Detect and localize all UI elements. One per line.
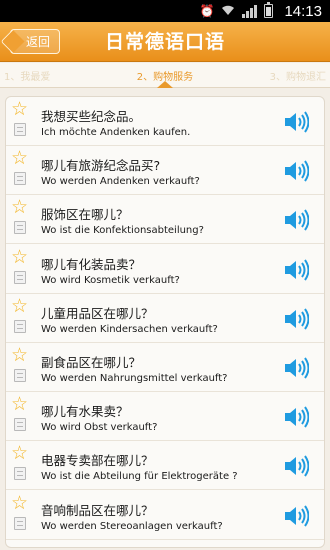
speaker-icon[interactable] [283,208,310,232]
back-button-label: 返回 [25,35,50,49]
phrase-chinese: 电器专卖部在哪儿？ [41,453,154,469]
note-icon[interactable] [14,270,26,284]
list-item[interactable]: ☆ 哪儿有旅游纪念品买? Wo werden Andenken verkauft? [6,146,324,196]
phrase-german: Wo wird Kosmetik verkauft? [41,274,180,286]
speaker-icon[interactable] [283,405,310,429]
speaker-icon[interactable] [283,258,310,282]
battery-icon [264,2,274,18]
phrase-german: Ich möchte Andenken kaufen. [41,127,191,138]
phrase-chinese: 哪儿有水果卖？ [41,404,129,420]
phrase-chinese: 哪儿有化装品卖？ [41,256,142,272]
tab-shopping-returns[interactable]: 3、购物退汇 [219,63,330,87]
phrase-chinese: 音响制品区在哪儿？ [41,502,154,518]
clock: 14:13 [284,2,322,20]
back-button[interactable]: 返回 [10,29,60,54]
note-icon[interactable] [14,369,26,382]
phrase-chinese: 副食品区在哪儿？ [41,355,142,370]
status-bar: ⏰ 14:13 [0,0,330,22]
favorite-star-icon[interactable]: ☆ [11,296,28,316]
phrase-chinese: 服饰区在哪儿？ [41,207,129,223]
phrase-german: Wo werden Kindersachen verkauft? [41,323,218,335]
speaker-icon[interactable] [283,307,310,331]
signal-icon [242,4,258,18]
speaker-icon[interactable] [283,454,310,478]
speaker-icon[interactable] [283,110,310,134]
category-tabs: 1、我最爱 2、购物服务 3、购物退汇 [0,63,330,88]
tab-shopping-service[interactable]: 2、购物服务 [111,63,218,88]
speaker-icon[interactable] [283,356,310,380]
favorite-star-icon[interactable]: ☆ [11,247,28,267]
favorite-star-icon[interactable]: ☆ [11,346,28,365]
favorite-star-icon[interactable]: ☆ [11,493,28,513]
note-icon[interactable] [14,123,26,136]
list-item[interactable]: ☆ 我想买些纪念品。 Ich möchte Andenken kaufen. [6,97,324,146]
favorite-star-icon[interactable]: ☆ [11,100,28,119]
phrase-chinese: 我想买些纪念品。 [41,109,142,124]
phrase-german: Wo ist die Konfektionsabteilung? [41,225,204,237]
phrase-german: Wo wird Obst verkauft? [41,422,158,434]
favorite-star-icon[interactable]: ☆ [11,444,28,463]
note-icon[interactable] [14,418,26,432]
note-icon[interactable] [14,516,26,530]
favorite-star-icon[interactable]: ☆ [11,395,28,414]
note-icon[interactable] [14,172,26,186]
phrase-german: Wo werden Andenken verkauft? [41,176,200,188]
wifi-icon [221,5,235,18]
phrase-german: Wo ist die Abteilung für Elektrogeräte ? [41,471,238,483]
tab-favorites[interactable]: 1、我最爱 [0,63,111,87]
list-item[interactable]: ☆ 哪儿有水果卖？ Wo wird Obst verkauft? [6,392,324,442]
list-item[interactable]: ☆ 电器专卖部在哪儿？ Wo ist die Abteilung für Elekt… [6,441,324,491]
favorite-star-icon[interactable]: ☆ [11,149,28,168]
note-icon[interactable] [14,467,26,481]
list-item[interactable]: ☆ 副食品区在哪儿？ Wo werden Nahrungsmittel verkau… [6,343,324,392]
title-bar: 日常德语口语 返回 [0,22,330,62]
note-icon[interactable] [14,221,26,235]
phrase-german: Wo werden Nahrungsmittel verkauft? [41,373,228,384]
note-icon[interactable] [14,319,26,333]
list-item[interactable]: ☆ 哪儿有化装品卖？ Wo wird Kosmetik verkauft? [6,245,324,294]
phrase-german: Wo werden Stereoanlagen verkauft? [41,520,223,532]
list-item[interactable]: ☆ 音响制品区在哪儿？ Wo werden Stereoanlagen verkau… [6,491,324,540]
alarm-icon: ⏰ [199,4,215,18]
favorite-star-icon[interactable]: ☆ [11,198,28,217]
list-item[interactable]: ☆ 儿童用品区在哪儿？ Wo werden Kindersachen verkauf… [6,294,324,343]
list-item[interactable]: ☆ 服饰区在哪儿？ Wo ist die Konfektionsabteilung? [6,195,324,245]
phrase-chinese: 哪儿有旅游纪念品买? [41,158,161,174]
speaker-icon[interactable] [283,504,310,528]
phrase-chinese: 儿童用品区在哪儿？ [41,305,154,321]
phrase-list[interactable]: ☆ 我想买些纪念品。 Ich möchte Andenken kaufen. ☆ 哪儿有… [5,96,325,548]
speaker-icon[interactable] [283,159,310,183]
